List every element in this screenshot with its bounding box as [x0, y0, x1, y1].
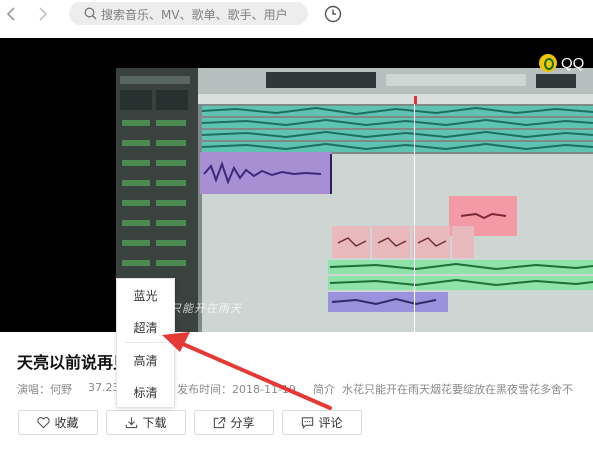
- video-frame[interactable]: 水花只能开在雨天: [116, 68, 593, 332]
- intro-label: 简介: [313, 383, 335, 396]
- download-label: 下载: [142, 416, 167, 430]
- collect-label: 收藏: [54, 416, 79, 430]
- release-date: 发布时间：2018-11-19: [177, 383, 296, 396]
- chevron-left-icon: [6, 7, 15, 21]
- daw-screenshot-image: [116, 68, 593, 332]
- app-window: 搜索音乐、MV、歌单、歌手、用户 水花只能开在雨天 QQ 天亮以前说再见 演唱：…: [0, 0, 593, 451]
- share-label: 分享: [230, 416, 255, 430]
- menu-divider: [125, 342, 166, 343]
- quality-option-sd[interactable]: 标清: [117, 379, 174, 407]
- comment-button[interactable]: 评论: [282, 410, 362, 435]
- clock-icon[interactable]: [323, 4, 343, 24]
- quality-option-hd[interactable]: 高清: [117, 347, 174, 375]
- back-button[interactable]: [1, 4, 21, 24]
- song-title: 天亮以前说再见: [17, 353, 130, 372]
- search-icon: [84, 7, 97, 20]
- download-button[interactable]: 下载: [106, 410, 186, 435]
- quality-option-bluray[interactable]: 蓝光: [117, 282, 174, 310]
- comment-icon: [302, 417, 314, 429]
- comment-label: 评论: [318, 416, 343, 430]
- collect-button[interactable]: 收藏: [18, 410, 98, 435]
- quality-menu: 蓝光 超清 高清 标清: [116, 278, 175, 408]
- singer-label[interactable]: 演唱：何野: [17, 381, 72, 397]
- video-player[interactable]: 水花只能开在雨天 QQ: [0, 38, 593, 332]
- search-placeholder: 搜索音乐、MV、歌单、歌手、用户: [101, 8, 288, 22]
- quality-option-ultra-hd[interactable]: 超清: [117, 314, 174, 342]
- qq-logo-icon: [539, 54, 557, 72]
- forward-button[interactable]: [33, 4, 53, 24]
- brand-text: QQ: [561, 54, 585, 72]
- intro-text[interactable]: 水花只能开在雨天烟花要绽放在黑夜雪花多舍不: [342, 381, 573, 397]
- chevron-right-icon: [39, 7, 48, 21]
- heart-icon: [37, 417, 51, 429]
- play-count: 37.23: [88, 381, 120, 394]
- share-button[interactable]: 分享: [194, 410, 274, 435]
- qq-video-logo: QQ: [539, 54, 584, 72]
- top-bar: 搜索音乐、MV、歌单、歌手、用户: [0, 0, 593, 30]
- download-icon: [126, 417, 138, 429]
- share-icon: [214, 417, 226, 429]
- search-input[interactable]: 搜索音乐、MV、歌单、歌手、用户: [69, 2, 308, 25]
